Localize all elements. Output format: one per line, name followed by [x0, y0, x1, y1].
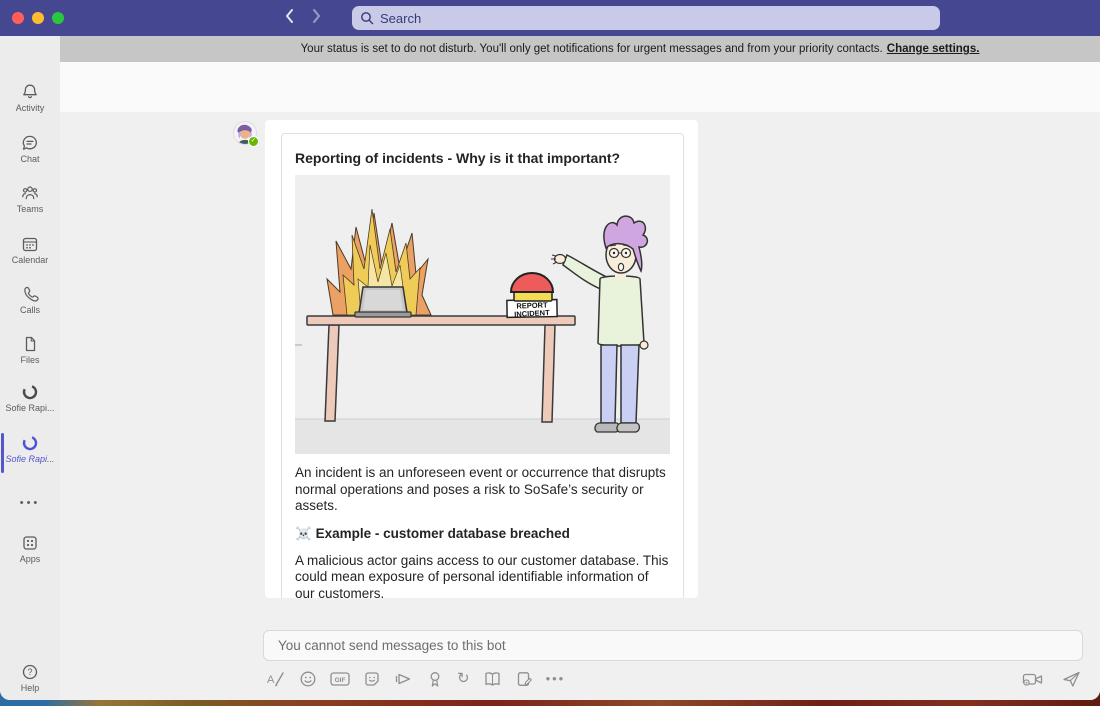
forward-chevron-icon — [312, 8, 322, 24]
sidebar-item-activity[interactable]: Activity — [0, 82, 60, 113]
svg-text:A: A — [267, 674, 275, 686]
message-input-placeholder: You cannot send messages to this bot — [278, 638, 506, 653]
search-input[interactable]: Search — [352, 6, 940, 30]
more-options-icon: ••• — [546, 670, 566, 688]
composer-toolbar: A GIF ↻ ••• — [266, 669, 566, 689]
chat-bubble-icon — [20, 133, 40, 153]
format-button[interactable]: A — [266, 669, 287, 689]
verified-check-icon: ✓ — [248, 136, 259, 147]
traffic-lights — [12, 12, 64, 24]
sidebar-item-sofie-1[interactable]: Sofie Rapi... — [0, 382, 60, 413]
teams-window: Search Your status is set to do not dist… — [0, 0, 1100, 700]
bot-message-bubble: Reporting of incidents - Why is it that … — [265, 120, 698, 598]
sticker-button[interactable] — [362, 669, 382, 689]
video-clip-button[interactable] — [1021, 669, 1045, 689]
praise-button[interactable] — [425, 669, 445, 689]
change-settings-link[interactable]: Change settings. — [887, 43, 980, 55]
sidebar-item-apps[interactable]: Apps — [0, 533, 60, 564]
sidebar-item-more[interactable]: ••• — [0, 494, 60, 509]
sidebar-item-label: Calendar — [0, 255, 60, 265]
refresh-icon: ↻ — [457, 670, 470, 688]
adaptive-card: Reporting of incidents - Why is it that … — [281, 133, 684, 598]
titlebar: Search — [0, 0, 1100, 36]
sticker-icon — [363, 670, 381, 688]
incident-illustration: REPORT INCIDENT — [295, 175, 670, 454]
bell-icon — [20, 82, 40, 102]
screen: Search Your status is set to do not dist… — [0, 0, 1100, 706]
sidebar-item-sofie-2-active[interactable]: Sofie Rapi... — [0, 433, 60, 464]
sidebar-item-teams[interactable]: Teams — [0, 183, 60, 214]
card-example-heading-text: Example - customer database breached — [316, 526, 570, 541]
sofie-ring-icon — [20, 382, 40, 402]
approvals-icon — [515, 670, 533, 688]
stream-button[interactable] — [393, 669, 414, 689]
sidebar-item-label: Help — [0, 683, 60, 693]
card-body-1: An incident is an unforeseen event or oc… — [295, 465, 670, 515]
card-title: Reporting of incidents - Why is it that … — [295, 150, 670, 166]
file-icon — [20, 334, 40, 354]
emoji-button[interactable] — [298, 669, 318, 689]
video-clip-icon — [1022, 670, 1044, 688]
chat-region: ✓ Reporting of incidents - Why is it tha… — [60, 112, 1100, 700]
sidebar-item-label: Files — [0, 355, 60, 365]
format-icon: A — [267, 670, 286, 688]
dnd-banner: Your status is set to do not disturb. Yo… — [60, 36, 1100, 62]
sidebar-item-chat[interactable]: Chat — [0, 133, 60, 164]
composer-send-area — [1021, 669, 1082, 689]
search-icon — [360, 11, 374, 25]
minimize-button[interactable] — [32, 12, 44, 24]
teams-people-icon — [20, 183, 40, 203]
svg-text:INCIDENT: INCIDENT — [514, 308, 550, 319]
back-button[interactable] — [282, 6, 296, 29]
gif-icon: GIF — [330, 670, 350, 688]
svg-text:?: ? — [27, 667, 32, 677]
sidebar-item-label: Apps — [0, 554, 60, 564]
forward-button[interactable] — [310, 6, 324, 29]
apps-grid-icon — [20, 533, 40, 553]
message-avatar: ✓ — [234, 122, 256, 144]
approvals-button[interactable] — [514, 669, 534, 689]
app-sidebar: Activity Chat Teams Calendar Calls Files — [0, 36, 60, 700]
more-options-button[interactable]: ••• — [545, 669, 567, 689]
zoom-button[interactable] — [52, 12, 64, 24]
dnd-banner-text: Your status is set to do not disturb. Yo… — [301, 43, 883, 55]
sidebar-item-label: Teams — [0, 204, 60, 214]
praise-ribbon-icon — [426, 670, 444, 688]
sidebar-item-label: Sofie Rapi... — [0, 454, 60, 464]
emoji-icon — [299, 670, 317, 688]
send-icon — [1062, 670, 1081, 688]
stream-arrow-icon — [394, 670, 413, 688]
sidebar-item-files[interactable]: Files — [0, 334, 60, 365]
phone-icon — [20, 284, 40, 304]
skull-emoji: ☠️ — [295, 526, 312, 541]
search-placeholder: Search — [380, 11, 421, 26]
sidebar-item-calls[interactable]: Calls — [0, 284, 60, 315]
send-button[interactable] — [1061, 669, 1082, 689]
svg-text:GIF: GIF — [335, 677, 346, 684]
sidebar-item-label: Chat — [0, 154, 60, 164]
back-chevron-icon — [284, 8, 294, 24]
calendar-icon — [20, 234, 40, 254]
gif-button[interactable]: GIF — [329, 669, 351, 689]
sidebar-item-calendar[interactable]: Calendar — [0, 234, 60, 265]
conversation-header: Sofie Rapid Awareness - INT Activity Abo… — [60, 62, 1100, 112]
book-button[interactable] — [482, 669, 503, 689]
book-icon — [483, 670, 502, 688]
sidebar-item-help[interactable]: ? Help — [0, 662, 60, 693]
sidebar-item-label: Activity — [0, 103, 60, 113]
card-body-2: A malicious actor gains access to our cu… — [295, 553, 670, 599]
card-example-heading: ☠️ Example - customer database breached — [295, 526, 670, 542]
sofie-ring-icon — [20, 433, 40, 453]
refresh-button[interactable]: ↻ — [456, 669, 471, 689]
message-input: You cannot send messages to this bot — [263, 630, 1083, 661]
more-dots-icon: ••• — [20, 497, 41, 509]
help-question-icon: ? — [20, 662, 40, 682]
sidebar-item-label: Calls — [0, 305, 60, 315]
sidebar-item-label: Sofie Rapi... — [0, 403, 60, 413]
close-button[interactable] — [12, 12, 24, 24]
